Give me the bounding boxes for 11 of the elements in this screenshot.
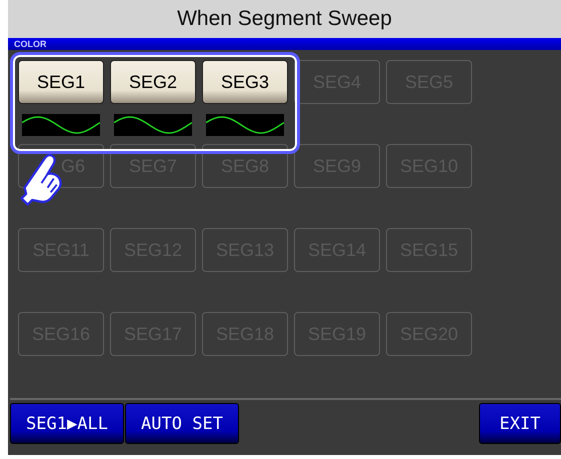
- sine-wave-icon: [114, 114, 192, 136]
- function-button[interactable]: EXIT: [479, 403, 561, 444]
- segment-button[interactable]: SEG1: [18, 60, 104, 104]
- sine-wave-icon: [206, 114, 284, 136]
- segment-button[interactable]: SEG3: [202, 60, 288, 104]
- caption-title: When Segment Sweep: [177, 7, 392, 31]
- header-title: COLOR: [14, 39, 46, 49]
- function-button[interactable]: SEG1▶ALL: [10, 403, 124, 444]
- segment-button[interactable]: SEG2: [110, 60, 196, 104]
- function-button[interactable]: AUTO SET: [125, 403, 239, 444]
- sine-wave-icon: [22, 114, 100, 136]
